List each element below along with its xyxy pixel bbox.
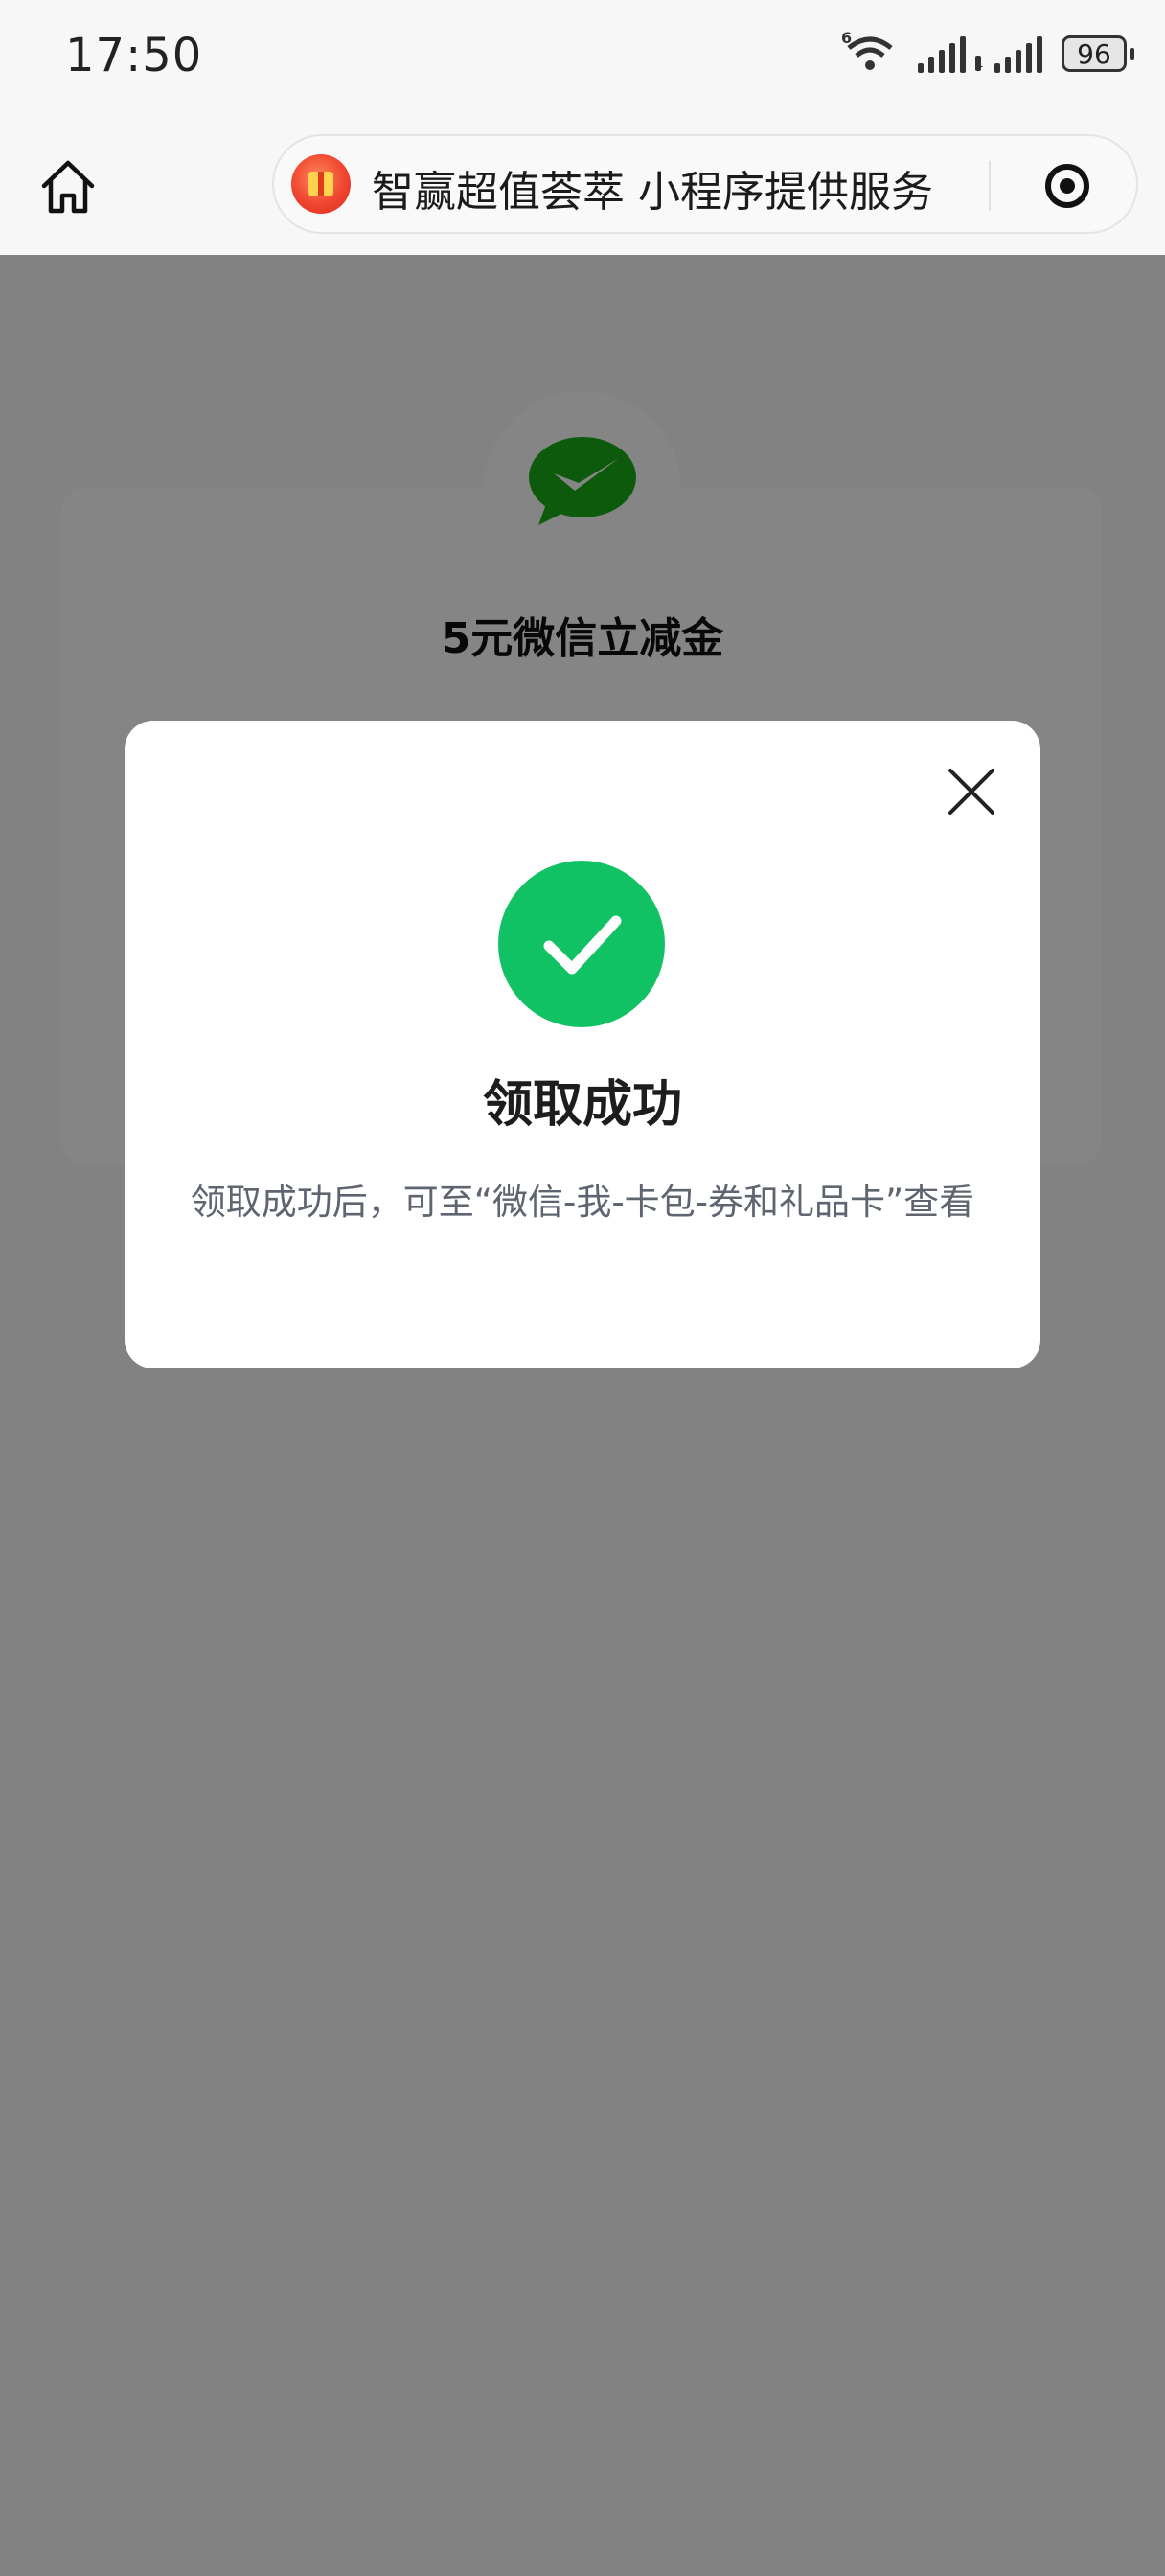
status-bar: 17:50 6 1 96: [0, 0, 1165, 125]
success-modal: 领取成功 领取成功后，可至“微信-我-卡包-券和礼品卡”查看: [125, 721, 1040, 1368]
battery-level: 96: [1077, 37, 1111, 70]
signal-bars-icon: [918, 34, 966, 73]
mini-program-navbar: 智赢超值荟萃 小程序提供服务: [0, 125, 1165, 255]
signal-sim-label: 1: [975, 56, 984, 71]
mini-program-capsule[interactable]: 智赢超值荟萃 小程序提供服务: [272, 134, 1138, 234]
modal-mask[interactable]: [0, 255, 1165, 2576]
check-circle-icon: [498, 861, 665, 1027]
signal-bars-secondary-icon: 1: [975, 34, 1042, 73]
network-type-label: 6: [841, 29, 853, 47]
close-icon: [948, 769, 994, 815]
home-icon: [41, 160, 95, 214]
capsule-divider: [989, 161, 991, 211]
home-button[interactable]: [34, 153, 102, 220]
close-button[interactable]: [945, 765, 998, 818]
gift-box-logo-icon: [291, 154, 351, 214]
status-time: 17:50: [65, 29, 203, 82]
modal-title: 领取成功: [482, 1076, 682, 1134]
target-icon: [1045, 164, 1089, 208]
mini-program-title[interactable]: 智赢超值荟萃 小程序提供服务: [372, 157, 933, 218]
battery-icon: 96: [1062, 35, 1134, 72]
status-icons: 6 1 96: [841, 29, 1134, 75]
capsule-menu-button[interactable]: [1039, 157, 1096, 215]
wifi-icon: 6: [841, 29, 899, 75]
modal-description: 领取成功后，可至“微信-我-卡包-券和礼品卡”查看: [190, 1182, 975, 1223]
